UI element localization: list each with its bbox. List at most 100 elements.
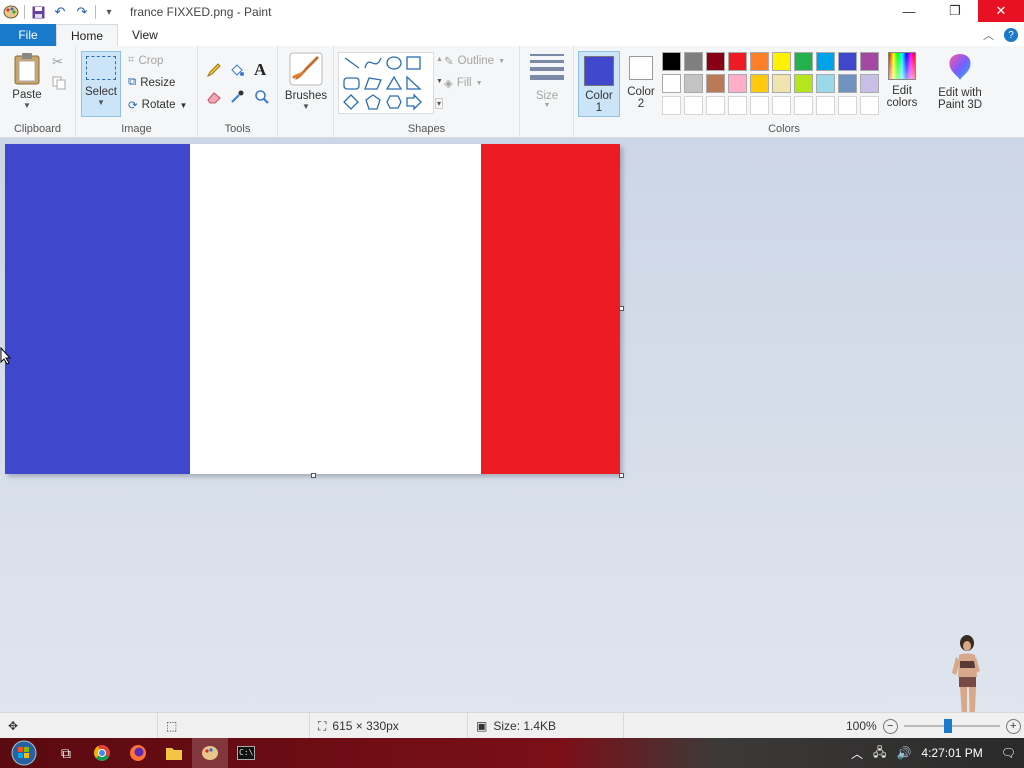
zoom-out-icon[interactable]: − [882, 718, 898, 734]
select-button[interactable]: Select ▼ [81, 51, 121, 117]
palette-color-swatch[interactable] [662, 74, 681, 93]
custom-color-slot[interactable] [706, 96, 725, 115]
task-view-icon[interactable]: ⧉ [48, 738, 84, 768]
file-explorer-icon[interactable] [156, 738, 192, 768]
palette-color-swatch[interactable] [684, 74, 703, 93]
rectangle-shape-icon[interactable] [406, 56, 421, 70]
custom-color-slot[interactable] [816, 96, 835, 115]
rounded-rectangle-shape-icon[interactable] [343, 77, 360, 90]
palette-color-swatch[interactable] [794, 52, 813, 71]
curve-shape-icon[interactable] [364, 57, 382, 69]
zoom-slider[interactable] [903, 719, 1000, 733]
paint-taskbar-icon[interactable] [192, 738, 228, 768]
line-shape-icon[interactable] [344, 57, 360, 69]
redo-icon[interactable]: ↷ [71, 0, 93, 24]
paint-app-icon[interactable] [0, 0, 22, 24]
copy-icon[interactable] [52, 76, 66, 93]
custom-color-slot[interactable] [860, 96, 879, 115]
fill-bucket-icon[interactable] [229, 62, 245, 81]
palette-color-swatch[interactable] [838, 74, 857, 93]
help-icon[interactable]: ? [1004, 28, 1018, 42]
palette-color-swatch[interactable] [662, 52, 681, 71]
pencil-icon[interactable] [206, 62, 222, 81]
palette-color-swatch[interactable] [684, 52, 703, 71]
triangle-shape-icon[interactable] [385, 75, 403, 90]
collapse-ribbon-icon[interactable]: ︿ [983, 27, 994, 43]
brushes-button[interactable]: Brushes ▼ [284, 52, 328, 111]
zoom-slider-thumb[interactable] [943, 719, 952, 733]
crop-button[interactable]: ⌗ Crop [128, 54, 163, 67]
palette-color-swatch[interactable] [860, 52, 879, 71]
oval-shape-icon[interactable] [386, 56, 402, 70]
shapes-scroll-up-icon[interactable]: ▲ [436, 56, 443, 63]
palette-color-swatch[interactable] [816, 52, 835, 71]
custom-color-slot[interactable] [728, 96, 747, 115]
palette-color-swatch[interactable] [728, 52, 747, 71]
tab-home[interactable]: Home [56, 24, 119, 46]
custom-color-slot[interactable] [838, 96, 857, 115]
volume-icon[interactable]: 🔊 [896, 746, 911, 760]
image-canvas[interactable] [5, 144, 620, 474]
resize-button[interactable]: ⧉ Resize [128, 76, 175, 89]
palette-color-swatch[interactable] [816, 74, 835, 93]
chrome-icon[interactable] [84, 738, 120, 768]
clock[interactable]: 4:27:01 PM [921, 746, 982, 760]
edit-colors-button[interactable]: Edit colors [882, 52, 922, 109]
palette-color-swatch[interactable] [772, 74, 791, 93]
palette-color-swatch[interactable] [794, 74, 813, 93]
cut-icon[interactable]: ✂ [52, 54, 63, 70]
network-icon[interactable]: 🖧 [873, 743, 886, 764]
custom-color-slot[interactable] [750, 96, 769, 115]
pentagon-shape-icon[interactable] [365, 94, 381, 110]
tab-file[interactable]: File [0, 24, 56, 46]
paste-button[interactable]: Paste ▼ [8, 52, 46, 110]
palette-color-swatch[interactable] [706, 52, 725, 71]
show-hidden-icons-icon[interactable]: ︿ [851, 745, 863, 762]
resize-handle-right[interactable] [619, 306, 624, 311]
palette-color-swatch[interactable] [838, 52, 857, 71]
edit-with-paint3d-button[interactable]: Edit with Paint 3D [932, 52, 988, 111]
custom-color-slot[interactable] [662, 96, 681, 115]
text-tool-icon[interactable]: A [254, 60, 266, 80]
firefox-icon[interactable] [120, 738, 156, 768]
palette-color-swatch[interactable] [706, 74, 725, 93]
shapes-scroll-down-icon[interactable]: ▼ [436, 78, 443, 85]
custom-color-slot[interactable] [772, 96, 791, 115]
tab-view[interactable]: View [118, 24, 172, 46]
command-prompt-icon[interactable]: C:\ [228, 738, 264, 768]
eraser-icon[interactable] [206, 90, 222, 107]
save-icon[interactable] [27, 0, 49, 24]
restore-button[interactable]: ❐ [932, 0, 978, 22]
zoom-in-icon[interactable]: + [1005, 718, 1021, 734]
right-triangle-shape-icon[interactable] [406, 75, 422, 90]
canvas-workspace[interactable] [0, 139, 1024, 737]
polygon-shape-icon[interactable] [364, 77, 382, 90]
resize-handle-corner[interactable] [619, 473, 624, 478]
diamond-shape-icon[interactable] [343, 94, 359, 110]
palette-color-swatch[interactable] [860, 74, 879, 93]
color2-button[interactable]: Color 2 [624, 56, 658, 110]
rotate-button[interactable]: ⟳ Rotate ▼ [128, 98, 187, 112]
close-button[interactable]: ✕ [978, 0, 1024, 22]
minimize-button[interactable]: — [886, 0, 932, 22]
fill-button[interactable]: ◈ Fill ▼ [444, 76, 483, 90]
palette-color-swatch[interactable] [728, 74, 747, 93]
palette-color-swatch[interactable] [772, 52, 791, 71]
shapes-expand-icon[interactable]: ▾ [435, 98, 444, 109]
size-button[interactable]: Size ▼ [528, 54, 566, 109]
customize-toolbar-icon[interactable]: ▾ [98, 0, 120, 24]
color1-button[interactable]: Color 1 [578, 51, 620, 117]
palette-color-swatch[interactable] [750, 74, 769, 93]
undo-icon[interactable]: ↶ [49, 0, 71, 24]
custom-color-slot[interactable] [794, 96, 813, 115]
right-arrow-shape-icon[interactable] [406, 93, 422, 111]
outline-button[interactable]: ✎ Outline ▼ [444, 54, 505, 68]
start-button[interactable] [0, 738, 48, 768]
resize-handle-bottom[interactable] [311, 473, 316, 478]
color-picker-icon[interactable] [229, 89, 245, 108]
custom-color-slot[interactable] [684, 96, 703, 115]
hexagon-shape-icon[interactable] [386, 95, 402, 109]
palette-color-swatch[interactable] [750, 52, 769, 71]
magnifier-icon[interactable] [254, 89, 270, 108]
notifications-icon[interactable]: 🗨 [1001, 746, 1016, 760]
